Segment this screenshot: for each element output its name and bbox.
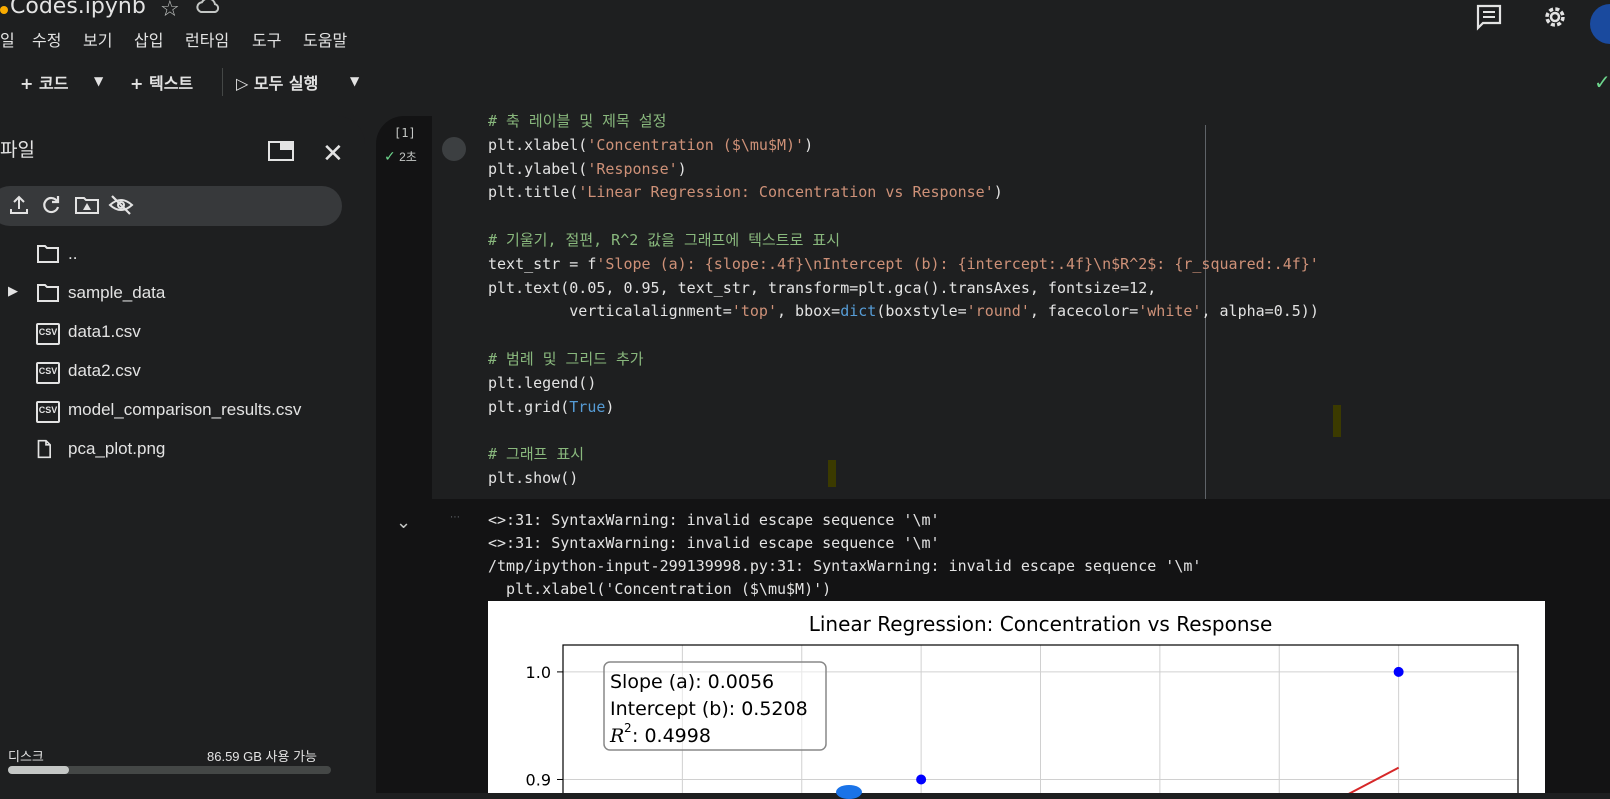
add-code-button[interactable]: + 코드 bbox=[20, 70, 68, 94]
disk-label: 디스크 bbox=[8, 749, 44, 764]
code-line[interactable]: # 기울기, 절편, R^2 값을 그래프에 텍스트로 표시 bbox=[488, 229, 1319, 253]
menu-item-runtime[interactable]: 런타임 bbox=[185, 27, 229, 51]
execution-time: 2초 bbox=[399, 150, 417, 164]
data-point bbox=[1393, 666, 1404, 677]
execution-count: [1] bbox=[394, 126, 416, 140]
disk-usage-fill bbox=[8, 766, 70, 774]
mount-drive-icon[interactable] bbox=[74, 194, 100, 216]
output-line: plt.xlabel('Concentration ($\mu$M)') bbox=[488, 580, 832, 598]
scroll-indicator[interactable] bbox=[836, 785, 862, 799]
connected-check-icon[interactable]: ✓ bbox=[1594, 70, 1610, 95]
open-in-tab-icon[interactable] bbox=[268, 141, 294, 161]
code-line[interactable]: plt.title('Linear Regression: Concentrat… bbox=[488, 181, 1319, 205]
code-editor[interactable]: # 축 레이블 및 제목 설정 plt.xlabel('Concentration… bbox=[488, 110, 1319, 491]
upload-icon[interactable] bbox=[8, 194, 30, 216]
menu-item-insert[interactable]: 삽입 bbox=[134, 27, 163, 51]
annotation-r2-exponent: 2 bbox=[624, 721, 632, 735]
file-row-parent[interactable]: .. bbox=[0, 235, 340, 273]
file-name: data2.csv bbox=[68, 361, 141, 380]
chevron-down-icon[interactable]: ▼ bbox=[350, 74, 359, 88]
text-cursor bbox=[828, 460, 836, 487]
file-name: sample_data bbox=[68, 283, 166, 302]
code-line[interactable]: plt.legend() bbox=[488, 372, 1319, 396]
folder-icon bbox=[37, 245, 59, 263]
regression-line bbox=[1348, 766, 1400, 793]
file-row-data2[interactable]: CSV data2.csv bbox=[0, 352, 340, 390]
y-tick-label: 1.0 bbox=[526, 663, 551, 682]
hide-files-icon[interactable] bbox=[108, 194, 134, 216]
menu-item-help[interactable]: 도움말 bbox=[303, 27, 347, 51]
chevron-down-icon[interactable]: ▼ bbox=[94, 74, 103, 88]
expand-arrow-icon[interactable]: ▶ bbox=[8, 283, 18, 299]
code-line[interactable]: verticalalignment='top', bbox=dict(boxst… bbox=[488, 300, 1319, 324]
file-name: data1.csv bbox=[68, 322, 141, 341]
code-line[interactable]: # 범례 및 그리드 추가 bbox=[488, 348, 1319, 372]
text-cursor bbox=[1333, 405, 1341, 437]
output-menu-icon[interactable]: ⋯ bbox=[450, 512, 460, 523]
code-line[interactable]: plt.ylabel('Response') bbox=[488, 158, 1319, 182]
close-icon[interactable]: ✕ bbox=[322, 138, 344, 169]
code-line[interactable]: plt.xlabel('Concentration ($\mu$M)') bbox=[488, 134, 1319, 158]
file-name: model_comparison_results.csv bbox=[68, 400, 302, 419]
file-row-data1[interactable]: CSV data1.csv bbox=[0, 313, 340, 351]
menu-item-tools[interactable]: 도구 bbox=[252, 27, 281, 51]
code-line[interactable] bbox=[488, 324, 1319, 348]
file-row-model-comparison[interactable]: CSV model_comparison_results.csv bbox=[0, 391, 340, 429]
annotation-slope: Slope (a): 0.0056 bbox=[610, 671, 774, 693]
code-line[interactable] bbox=[488, 419, 1319, 443]
folder-icon bbox=[37, 284, 59, 302]
file-row-sample-data[interactable]: ▶ sample_data bbox=[0, 274, 340, 312]
code-line[interactable]: plt.show() bbox=[488, 467, 1319, 491]
run-all-button[interactable]: ▷ 모두 실행 bbox=[236, 70, 318, 94]
gear-icon[interactable] bbox=[1540, 2, 1570, 32]
data-point bbox=[916, 774, 927, 785]
run-cell-button[interactable] bbox=[442, 137, 466, 161]
check-icon: ✓ bbox=[384, 148, 396, 164]
unsaved-dot-icon bbox=[0, 6, 8, 14]
regression-plot: Linear Regression: Concentration vs Resp… bbox=[488, 601, 1545, 793]
y-tick-label: 0.9 bbox=[526, 770, 551, 789]
disk-free-text: 86.59 GB 사용 가능 bbox=[207, 749, 317, 764]
toolbar-divider bbox=[222, 68, 223, 96]
file-row-pca-plot[interactable]: pca_plot.png bbox=[0, 430, 340, 468]
code-line[interactable]: # 그래프 표시 bbox=[488, 443, 1319, 467]
toolbar: + 코드 ▼ + 텍스트 ▷ 모두 실행 ▼ bbox=[0, 56, 1610, 108]
add-text-button[interactable]: + 텍스트 bbox=[130, 70, 193, 94]
refresh-icon[interactable] bbox=[40, 194, 62, 216]
menu-item-edit[interactable]: 수정 bbox=[32, 27, 61, 51]
annotation-r2-value: : 0.4998 bbox=[632, 725, 711, 747]
file-actions-bar bbox=[0, 186, 342, 226]
star-icon[interactable]: ☆ bbox=[160, 0, 180, 22]
csv-icon: CSV bbox=[36, 323, 60, 345]
csv-icon: CSV bbox=[36, 362, 60, 384]
chart-title: Linear Regression: Concentration vs Resp… bbox=[809, 612, 1273, 636]
file-name: pca_plot.png bbox=[68, 439, 166, 458]
file-icon bbox=[37, 439, 51, 459]
csv-icon: CSV bbox=[36, 401, 60, 423]
output-line: /tmp/ipython-input-299139998.py:31: Synt… bbox=[488, 557, 1202, 575]
code-line[interactable]: text_str = f'Slope (a): {slope:.4f}\nInt… bbox=[488, 253, 1319, 277]
sidebar-title: 파일 bbox=[0, 139, 35, 161]
file-name: .. bbox=[68, 244, 78, 263]
code-line[interactable]: plt.grid(True) bbox=[488, 396, 1319, 420]
execution-status: ✓ 2초 bbox=[384, 148, 417, 165]
cell-output: <>:31: SyntaxWarning: invalid escape seq… bbox=[488, 509, 1201, 601]
code-line[interactable]: # 축 레이블 및 제목 설정 bbox=[488, 110, 1319, 134]
menu-item-file[interactable]: 일 bbox=[0, 27, 15, 51]
top-bar bbox=[0, 0, 1610, 56]
cloud-save-icon[interactable] bbox=[195, 0, 221, 16]
menu-item-view[interactable]: 보기 bbox=[83, 27, 112, 51]
comment-icon[interactable] bbox=[1475, 3, 1503, 31]
output-line: <>:31: SyntaxWarning: invalid escape seq… bbox=[488, 534, 940, 552]
output-line: <>:31: SyntaxWarning: invalid escape seq… bbox=[488, 511, 940, 529]
code-line[interactable] bbox=[488, 205, 1319, 229]
annotation-intercept: Intercept (b): 0.5208 bbox=[610, 698, 808, 720]
annotation-r2-symbol: R bbox=[609, 725, 624, 747]
code-line[interactable]: plt.text(0.05, 0.95, text_str, transform… bbox=[488, 277, 1319, 301]
output-collapse-icon[interactable]: ⌄ bbox=[396, 512, 411, 533]
